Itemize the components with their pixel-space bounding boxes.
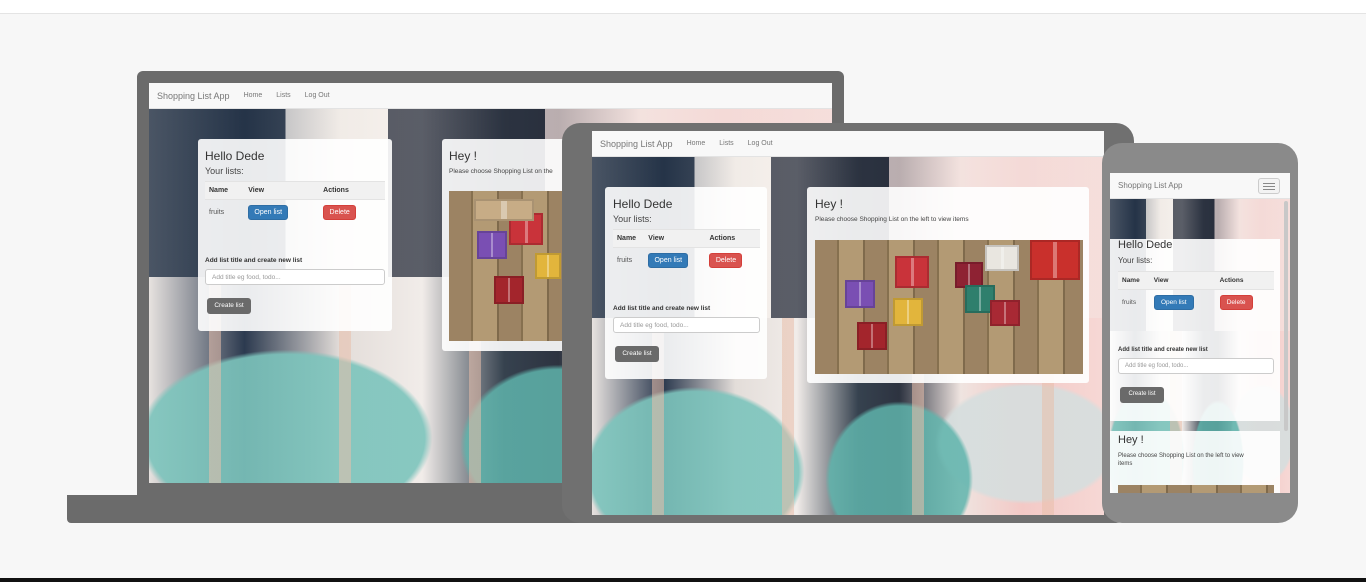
gift-box: [535, 253, 561, 279]
navbar-brand[interactable]: Shopping List App: [1118, 181, 1183, 190]
laptop-base: [67, 495, 587, 523]
nav-link-home[interactable]: Home: [687, 140, 706, 147]
navbar-brand[interactable]: Shopping List App: [157, 91, 230, 101]
nav-link-home[interactable]: Home: [244, 92, 263, 99]
col-header-view: View: [1153, 271, 1220, 290]
items-panel: Hey ! Please choose Shopping List on the…: [1110, 431, 1280, 493]
greeting-heading: Hello Dede: [1118, 239, 1173, 251]
create-list-button[interactable]: Create list: [207, 298, 251, 314]
lists-subtitle: Your lists:: [205, 166, 244, 176]
nav-link-logout[interactable]: Log Out: [305, 92, 330, 99]
menu-icon[interactable]: [1258, 178, 1280, 194]
col-header-view: View: [248, 181, 324, 200]
gifts-image: [1118, 485, 1274, 493]
col-header-actions: Actions: [1219, 271, 1274, 290]
gift-box: [494, 276, 524, 304]
new-list-label: Add list title and create new list: [205, 257, 303, 264]
new-list-title-input[interactable]: Add title eg food, todo...: [205, 269, 385, 285]
items-heading: Hey !: [815, 197, 844, 211]
lists-subtitle: Your lists:: [1118, 256, 1153, 265]
table-row: fruits Open list Delete: [205, 200, 385, 226]
items-message: Please choose Shopping List on the left …: [815, 216, 969, 223]
new-list-title-input[interactable]: Add title eg food, todo...: [613, 317, 760, 333]
gifts-image: [815, 240, 1083, 374]
items-heading: Hey !: [1118, 434, 1144, 446]
items-message: Please choose Shopping List on the: [449, 168, 553, 175]
table-row: fruits Open list Delete: [613, 248, 760, 274]
col-header-actions: Actions: [709, 229, 760, 248]
nav-link-logout[interactable]: Log Out: [748, 140, 773, 147]
device-mockup-stage: Shopping List App Home Lists Log Out Hel…: [0, 0, 1366, 582]
gift-bag: [474, 199, 534, 221]
lists-panel: Hello Dede Your lists: Name View Actions…: [605, 187, 767, 379]
phone-screen: Shopping List App Hello Dede Your lists:…: [1110, 173, 1290, 493]
gift-bag: [1030, 240, 1080, 280]
col-header-view: View: [648, 229, 710, 248]
list-name: fruits: [617, 257, 633, 265]
col-header-name: Name: [1118, 271, 1154, 290]
create-list-button[interactable]: Create list: [615, 346, 659, 362]
delete-list-button[interactable]: Delete: [323, 205, 357, 221]
bottom-bar: [0, 578, 1366, 582]
gift-box: [857, 322, 887, 350]
col-header-actions: Actions: [323, 181, 385, 200]
new-list-label: Add list title and create new list: [1118, 347, 1208, 353]
open-list-button[interactable]: Open list: [248, 205, 289, 221]
items-panel: Hey ! Please choose Shopping List on the…: [807, 187, 1089, 383]
items-message-line-2: items: [1118, 461, 1133, 467]
items-heading: Hey !: [449, 149, 478, 163]
greeting-heading: Hello Dede: [613, 197, 673, 211]
navbar: Shopping List App Home Lists Log Out: [592, 131, 1104, 157]
items-message-line-1: Please choose Shopping List on the left …: [1118, 453, 1244, 459]
col-header-name: Name: [613, 229, 649, 248]
greeting-heading: Hello Dede: [205, 149, 265, 163]
delete-list-button[interactable]: Delete: [709, 253, 743, 269]
new-list-label: Add list title and create new list: [613, 305, 711, 312]
tablet-screen: Shopping List App Home Lists Log Out Hel…: [592, 131, 1104, 515]
create-list-button[interactable]: Create list: [1120, 387, 1164, 403]
gift-box: [895, 256, 929, 288]
gift-box: [845, 280, 875, 308]
gift-box: [990, 300, 1020, 326]
open-list-button[interactable]: Open list: [1153, 295, 1194, 311]
navbar-brand[interactable]: Shopping List App: [600, 139, 673, 149]
delete-list-button[interactable]: Delete: [1219, 295, 1253, 311]
lists-table: Name View Actions fruits Open list Delet…: [613, 229, 760, 274]
lists-panel: Hello Dede Your lists: Name View Actions…: [198, 139, 392, 331]
new-list-title-input[interactable]: Add title eg food, todo...: [1118, 358, 1274, 374]
list-name: fruits: [1122, 299, 1137, 307]
lists-subtitle: Your lists:: [613, 214, 652, 224]
gift-box: [893, 298, 923, 326]
navbar: Shopping List App Home Lists Log Out: [149, 83, 832, 109]
scrollbar[interactable]: [1284, 201, 1288, 431]
nav-link-lists[interactable]: Lists: [276, 92, 290, 99]
lists-table: Name View Actions fruits Open list Delet…: [1118, 271, 1274, 316]
col-header-name: Name: [205, 181, 249, 200]
gift-box: [477, 231, 507, 259]
lists-table: Name View Actions fruits Open list Delet…: [205, 181, 385, 226]
nav-link-lists[interactable]: Lists: [719, 140, 733, 147]
open-list-button[interactable]: Open list: [648, 253, 689, 269]
table-row: fruits Open list Delete: [1118, 290, 1274, 316]
gift-bag: [985, 245, 1019, 271]
list-name: fruits: [209, 209, 225, 217]
lists-panel: Hello Dede Your lists: Name View Actions…: [1110, 239, 1280, 421]
navbar: Shopping List App: [1110, 173, 1290, 199]
